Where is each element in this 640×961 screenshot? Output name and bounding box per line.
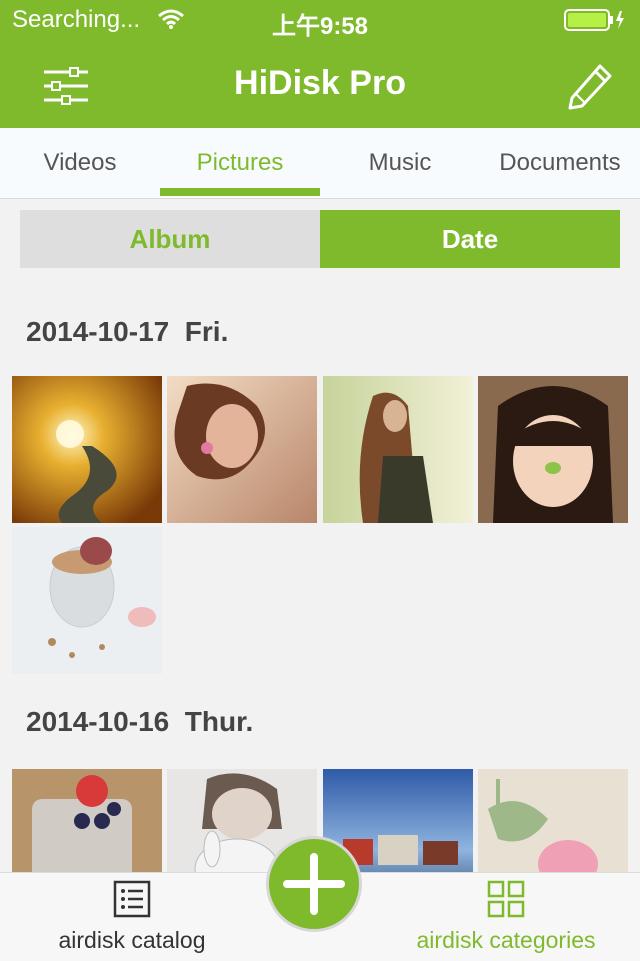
date-text: 2014-10-16 <box>26 706 170 737</box>
day-text: Thur. <box>184 706 254 737</box>
airdisk-categories-label: airdisk categories <box>416 927 596 953</box>
date-button[interactable]: Date <box>320 210 620 268</box>
tab-music[interactable]: Music <box>320 128 480 198</box>
plus-icon <box>283 853 345 915</box>
airdisk-catalog-button[interactable]: airdisk catalog <box>30 873 234 961</box>
status-bar: Searching... 上午9:58 <box>0 0 640 40</box>
clock-text: 上午9:58 <box>271 13 369 40</box>
photo-thumbnail[interactable] <box>167 376 317 523</box>
tab-documents[interactable]: Documents <box>480 128 640 198</box>
view-segment: Album Date <box>20 210 620 268</box>
pencil-icon[interactable] <box>564 58 616 110</box>
photo-thumbnail[interactable] <box>478 376 628 523</box>
category-tabs: Videos Pictures Music Documents <box>0 128 640 199</box>
airdisk-catalog-label: airdisk catalog <box>58 927 206 953</box>
tab-videos[interactable]: Videos <box>0 128 160 198</box>
add-button[interactable] <box>266 836 362 932</box>
date-header: 2014-10-16 Thur. <box>26 706 253 738</box>
nav-bar: HiDisk Pro <box>0 40 640 128</box>
photo-thumbnail[interactable] <box>12 527 162 674</box>
list-icon <box>113 880 151 918</box>
battery-icon <box>564 9 628 36</box>
photo-thumbnail[interactable] <box>323 376 473 523</box>
date-header: 2014-10-17 Fri. <box>26 316 228 348</box>
tab-active-indicator <box>160 188 320 196</box>
album-button[interactable]: Album <box>20 210 320 268</box>
photo-thumbnail[interactable] <box>12 376 162 523</box>
date-text: 2014-10-17 <box>26 316 170 347</box>
page-title: HiDisk Pro <box>234 64 406 102</box>
grid-icon <box>487 880 525 918</box>
day-text: Fri. <box>184 316 229 347</box>
airdisk-categories-button[interactable]: airdisk categories <box>396 873 616 961</box>
